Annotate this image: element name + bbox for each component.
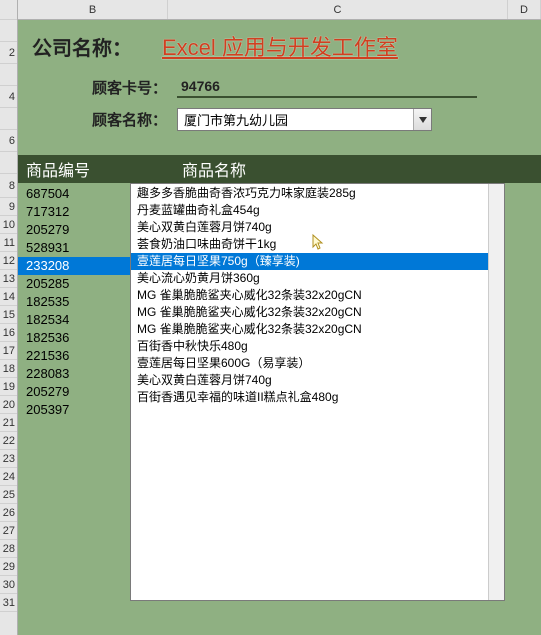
- row-header[interactable]: 18: [0, 360, 17, 378]
- row-header[interactable]: 15: [0, 306, 17, 324]
- company-row: 公司名称： Excel 应用与开发工作室: [32, 30, 527, 62]
- col-header-B[interactable]: B: [18, 0, 168, 19]
- list-item[interactable]: MG 雀巢脆脆鲨夹心威化32条装32x20gCN: [131, 287, 488, 304]
- row-header[interactable]: 31: [0, 594, 17, 612]
- row-header[interactable]: 10: [0, 216, 17, 234]
- row-header[interactable]: 16: [0, 324, 17, 342]
- code-cell[interactable]: 221536: [26, 347, 130, 365]
- th-name: 商品名称: [182, 157, 541, 181]
- table-header: 商品编号 商品名称: [18, 155, 541, 183]
- row-header[interactable]: [0, 108, 17, 130]
- row-header[interactable]: 24: [0, 468, 17, 486]
- card-input[interactable]: [177, 76, 477, 98]
- row-header[interactable]: 8: [0, 174, 17, 198]
- row-header[interactable]: 9: [0, 198, 17, 216]
- code-cell[interactable]: 205279: [26, 221, 130, 239]
- data-area: 6875047173122052795289312332082052851825…: [18, 183, 541, 419]
- customer-row: 顾客名称：: [32, 108, 527, 131]
- code-cell[interactable]: 228083: [26, 365, 130, 383]
- list-item[interactable]: 百街香中秋快乐480g: [131, 338, 488, 355]
- row-header[interactable]: 14: [0, 288, 17, 306]
- code-cell[interactable]: 205397: [26, 401, 130, 419]
- row-header[interactable]: 22: [0, 432, 17, 450]
- code-cell[interactable]: 205279: [26, 383, 130, 401]
- company-name: Excel 应用与开发工作室: [162, 30, 398, 62]
- customer-dropdown[interactable]: [177, 108, 432, 131]
- col-header-D[interactable]: D: [508, 0, 541, 19]
- company-label: 公司名称：: [32, 32, 132, 61]
- code-cell[interactable]: 205285: [26, 275, 130, 293]
- th-code: 商品编号: [26, 157, 182, 181]
- row-header[interactable]: 11: [0, 234, 17, 252]
- code-column: 6875047173122052795289312332082052851825…: [18, 183, 130, 419]
- list-item[interactable]: 美心双黄白莲蓉月饼740g: [131, 219, 488, 236]
- customer-label: 顾客名称：: [32, 109, 177, 130]
- code-cell[interactable]: 182536: [26, 329, 130, 347]
- form-area: 公司名称： Excel 应用与开发工作室 顾客卡号： 顾客名称：: [18, 20, 541, 149]
- row-header[interactable]: 2: [0, 42, 17, 64]
- code-cell[interactable]: 717312: [26, 203, 130, 221]
- code-cell[interactable]: 182534: [26, 311, 130, 329]
- card-label: 顾客卡号：: [32, 77, 177, 98]
- code-cell[interactable]: 687504: [26, 185, 130, 203]
- row-header[interactable]: 6: [0, 130, 17, 152]
- list-item[interactable]: MG 雀巢脆脆鲨夹心威化32条装32x20gCN: [131, 321, 488, 338]
- row-header[interactable]: 21: [0, 414, 17, 432]
- row-header[interactable]: 23: [0, 450, 17, 468]
- row-header[interactable]: [0, 152, 17, 174]
- customer-dropdown-wrap: [177, 108, 432, 131]
- list-item[interactable]: 美心双黄白莲蓉月饼740g: [131, 372, 488, 389]
- code-cell[interactable]: 182535: [26, 293, 130, 311]
- list-item[interactable]: 趣多多香脆曲奇香浓巧克力味家庭装285g: [131, 185, 488, 202]
- code-cell[interactable]: 528931: [26, 239, 130, 257]
- row-header[interactable]: 28: [0, 540, 17, 558]
- product-listbox[interactable]: 趣多多香脆曲奇香浓巧克力味家庭装285g丹麦蓝罐曲奇礼盒454g美心双黄白莲蓉月…: [130, 183, 505, 601]
- list-item[interactable]: 丹麦蓝罐曲奇礼盒454g: [131, 202, 488, 219]
- row-header[interactable]: 29: [0, 558, 17, 576]
- row-header[interactable]: 12: [0, 252, 17, 270]
- list-item[interactable]: 壹莲居每日坚果750g（臻享装): [131, 253, 488, 270]
- col-header-C[interactable]: C: [168, 0, 508, 19]
- row-header[interactable]: 20: [0, 396, 17, 414]
- column-headers: B C D: [18, 0, 541, 20]
- row-headers: 2468910111213141516171819202122232425262…: [0, 0, 18, 635]
- row-header[interactable]: [0, 20, 17, 42]
- list-item[interactable]: MG 雀巢脆脆鲨夹心威化32条装32x20gCN: [131, 304, 488, 321]
- code-cell[interactable]: 233208: [18, 257, 130, 275]
- row-header[interactable]: 13: [0, 270, 17, 288]
- row-header[interactable]: 17: [0, 342, 17, 360]
- row-header[interactable]: 30: [0, 576, 17, 594]
- row-header[interactable]: 26: [0, 504, 17, 522]
- row-header[interactable]: 19: [0, 378, 17, 396]
- list-item[interactable]: 壹莲居每日坚果600G（易享装）: [131, 355, 488, 372]
- row-header[interactable]: 25: [0, 486, 17, 504]
- row-header[interactable]: [0, 64, 17, 86]
- scrollbar[interactable]: [488, 184, 504, 600]
- row-header[interactable]: 27: [0, 522, 17, 540]
- list-item[interactable]: 百街香遇见幸福的味道II糕点礼盒480g: [131, 389, 488, 406]
- list-item[interactable]: 美心流心奶黄月饼360g: [131, 270, 488, 287]
- row-header[interactable]: 4: [0, 86, 17, 108]
- worksheet-area: 公司名称： Excel 应用与开发工作室 顾客卡号： 顾客名称： 商品编号 商品…: [18, 20, 541, 635]
- list-item[interactable]: 荟食奶油口味曲奇饼干1kg: [131, 236, 488, 253]
- card-row: 顾客卡号：: [32, 76, 527, 98]
